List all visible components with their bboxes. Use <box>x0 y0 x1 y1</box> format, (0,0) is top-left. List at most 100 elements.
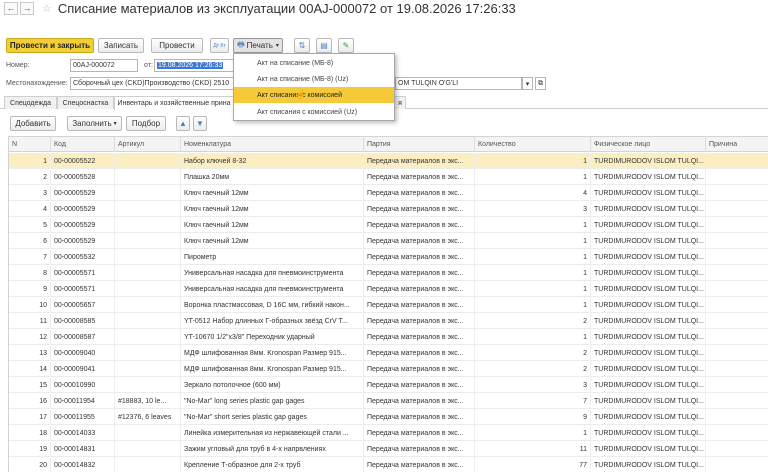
row-nomenclature[interactable]: Линейка измерительная из нержавеющей ста… <box>181 425 364 441</box>
person-open-button[interactable]: ⧉ <box>535 77 546 90</box>
row-quantity[interactable]: 9 <box>475 409 591 425</box>
row-number[interactable]: 13 <box>9 345 51 361</box>
row-nomenclature[interactable]: Воронка пластмассовая, D 16С мм, гибкий … <box>181 297 364 313</box>
row-article[interactable] <box>115 169 181 185</box>
row-number[interactable]: 10 <box>9 297 51 313</box>
back-button[interactable]: ← <box>4 1 18 15</box>
row-person[interactable]: TURDIMURODOV ISLOM TULQI... <box>591 297 706 313</box>
row-batch[interactable]: Передача материалов в экс... <box>364 249 475 265</box>
row-batch[interactable]: Передача материалов в экс... <box>364 185 475 201</box>
row-reason[interactable] <box>706 377 768 393</box>
row-reason[interactable] <box>706 153 768 169</box>
row-batch[interactable]: Передача материалов в экс... <box>364 233 475 249</box>
row-quantity[interactable]: 3 <box>475 377 591 393</box>
row-code[interactable]: 00-00005522 <box>51 153 115 169</box>
row-number[interactable]: 12 <box>9 329 51 345</box>
row-quantity[interactable]: 4 <box>475 185 591 201</box>
row-number[interactable]: 17 <box>9 409 51 425</box>
row-number[interactable]: 6 <box>9 233 51 249</box>
column-header-batch[interactable]: Партия <box>364 137 475 152</box>
table-row[interactable]: 9 00-00005571 Универсальная насадка для пн… <box>9 281 768 297</box>
print-menu-item-commission[interactable]: Акт списания с комиссией <box>234 87 394 103</box>
row-code[interactable]: 00-00010990 <box>51 377 115 393</box>
row-reason[interactable] <box>706 185 768 201</box>
row-code[interactable]: 00-00011954 <box>51 393 115 409</box>
row-nomenclature[interactable]: Универсальная насадка для пневмоинструме… <box>181 281 364 297</box>
table-row[interactable]: 18 00-00014033 Линейка измерительная из не… <box>9 425 768 441</box>
structure-button[interactable]: ⇅ <box>294 38 310 53</box>
row-code[interactable]: 00-00005529 <box>51 185 115 201</box>
row-article[interactable] <box>115 217 181 233</box>
row-reason[interactable] <box>706 361 768 377</box>
row-quantity[interactable]: 77 <box>475 457 591 472</box>
row-nomenclature[interactable]: YT-10670 1/2"x3/8" Переходник ударный <box>181 329 364 345</box>
row-number[interactable]: 18 <box>9 425 51 441</box>
forward-button[interactable]: → <box>20 1 34 15</box>
row-reason[interactable] <box>706 297 768 313</box>
row-nomenclature[interactable]: Зажим угловый для труб в 4-х напрвлениях <box>181 441 364 457</box>
print-menu-item-mb8[interactable]: Акт на списание (МБ-8) <box>234 55 394 71</box>
row-article[interactable] <box>115 313 181 329</box>
row-article[interactable] <box>115 281 181 297</box>
row-article[interactable]: #18883, 10 le... <box>115 393 181 409</box>
row-code[interactable]: 00-00005528 <box>51 169 115 185</box>
column-header-article[interactable]: Артикул <box>115 137 181 152</box>
table-row[interactable]: 7 00-00005532 Пирометр Передача материалов … <box>9 249 768 265</box>
row-batch[interactable]: Передача материалов в экс... <box>364 201 475 217</box>
row-person[interactable]: TURDIMURODOV ISLOM TULQI... <box>591 281 706 297</box>
print-menu-item-commission-uz[interactable]: Акт списания с комиссией (Uz) <box>234 104 394 120</box>
row-batch[interactable]: Передача материалов в экс... <box>364 441 475 457</box>
row-quantity[interactable]: 2 <box>475 345 591 361</box>
table-row[interactable]: 5 00-00005529 Ключ гаечный 12мм Передача ма… <box>9 217 768 233</box>
row-article[interactable] <box>115 249 181 265</box>
row-article[interactable] <box>115 441 181 457</box>
row-article[interactable] <box>115 233 181 249</box>
row-batch[interactable]: Передача материалов в экс... <box>364 393 475 409</box>
row-person[interactable]: TURDIMURODOV ISLOM TULQI... <box>591 393 706 409</box>
row-reason[interactable] <box>706 217 768 233</box>
column-header-reason[interactable]: Причина <box>706 137 768 152</box>
table-row[interactable]: 3 00-00005529 Ключ гаечный 12мм Передача ма… <box>9 185 768 201</box>
row-quantity[interactable]: 1 <box>475 169 591 185</box>
row-nomenclature[interactable]: Ключ гаечный 12мм <box>181 185 364 201</box>
table-row[interactable]: 20 00-00014832 Крепление Т-образное для 2-… <box>9 457 768 472</box>
row-batch[interactable]: Передача материалов в экс... <box>364 345 475 361</box>
date-field[interactable]: 19.08.2026 17:26:33 <box>154 59 234 72</box>
row-number[interactable]: 5 <box>9 217 51 233</box>
column-header-nomenclature[interactable]: Номенклатура <box>181 137 364 152</box>
tab-inventory[interactable]: Инвентарь и хозяйственные прина <box>114 96 234 110</box>
table-row[interactable]: 11 00-00008585 YT-0512 Набор длинных Г-обр… <box>9 313 768 329</box>
row-person[interactable]: TURDIMURODOV ISLOM TULQI... <box>591 201 706 217</box>
row-code[interactable]: 00-00008585 <box>51 313 115 329</box>
row-code[interactable]: 00-00005529 <box>51 233 115 249</box>
row-reason[interactable] <box>706 441 768 457</box>
row-batch[interactable]: Передача материалов в экс... <box>364 313 475 329</box>
row-person[interactable]: TURDIMURODOV ISLOM TULQI... <box>591 265 706 281</box>
location-field[interactable]: Сборочный цех (CKD)Производство (CKD) 25… <box>70 77 235 90</box>
table-row[interactable]: 10 00-00005657 Воронка пластмассовая, D 16… <box>9 297 768 313</box>
tab-extra[interactable]: я <box>394 96 406 109</box>
dt-kt-button[interactable]: Дт Кт <box>210 38 229 53</box>
table-row[interactable]: 14 00-00009041 МДФ шлифованная 8мм. Kronos… <box>9 361 768 377</box>
row-person[interactable]: TURDIMURODOV ISLOM TULQI... <box>591 169 706 185</box>
table-row[interactable]: 19 00-00014831 Зажим угловый для труб в 4-… <box>9 441 768 457</box>
row-code[interactable]: 00-00008587 <box>51 329 115 345</box>
row-article[interactable]: #12376, 6 leaves <box>115 409 181 425</box>
row-batch[interactable]: Передача материалов в экс... <box>364 425 475 441</box>
row-article[interactable] <box>115 297 181 313</box>
row-person[interactable]: TURDIMURODOV ISLOM TULQI... <box>591 377 706 393</box>
row-nomenclature[interactable]: Крепление Т-образное для 2-х труб <box>181 457 364 472</box>
table-row[interactable]: 1 00-00005522 Набор ключей 8-32 Передача ма… <box>9 153 768 169</box>
row-nomenclature[interactable]: YT-0512 Набор длинных Г-образных звёзд C… <box>181 313 364 329</box>
row-number[interactable]: 2 <box>9 169 51 185</box>
row-person[interactable]: TURDIMURODOV ISLOM TULQI... <box>591 457 706 472</box>
row-quantity[interactable]: 1 <box>475 425 591 441</box>
row-person[interactable]: TURDIMURODOV ISLOM TULQI... <box>591 409 706 425</box>
row-code[interactable]: 00-00014033 <box>51 425 115 441</box>
selection-button[interactable]: Подбор <box>126 116 166 131</box>
row-batch[interactable]: Передача материалов в экс... <box>364 409 475 425</box>
row-nomenclature[interactable]: МДФ шлифованная 8мм. Kronospan Размер 91… <box>181 345 364 361</box>
row-nomenclature[interactable]: Набор ключей 8-32 <box>181 153 364 169</box>
row-quantity[interactable]: 1 <box>475 249 591 265</box>
row-batch[interactable]: Передача материалов в экс... <box>364 153 475 169</box>
